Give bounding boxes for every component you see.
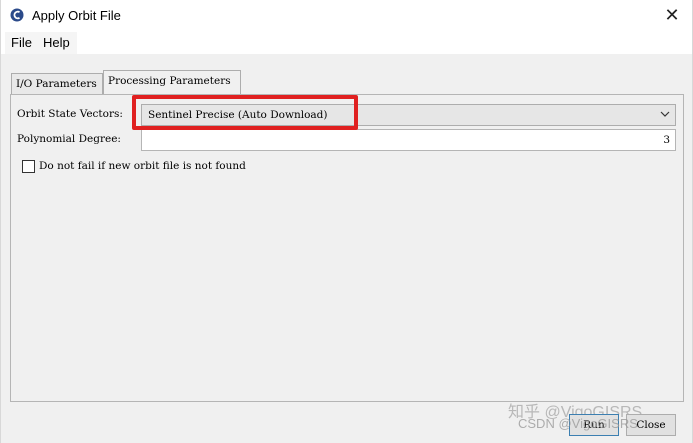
tab-io-parameters[interactable]: I/O Parameters [11, 73, 103, 94]
apply-orbit-file-window: Apply Orbit File ✕ File Help I/O Paramet… [0, 0, 693, 443]
title-bar: Apply Orbit File ✕ [1, 0, 692, 32]
tab-strip: I/O Parameters Processing Parameters [9, 70, 689, 95]
window-title: Apply Orbit File [32, 8, 121, 23]
do-not-fail-label: Do not fail if new orbit file is not fou… [39, 160, 246, 172]
close-button[interactable]: Close [626, 414, 676, 436]
orbit-state-vectors-select[interactable]: Sentinel Precise (Auto Download) [141, 104, 676, 126]
close-icon[interactable]: ✕ [660, 3, 684, 27]
processing-parameters-panel: Orbit State Vectors: Sentinel Precise (A… [10, 94, 684, 402]
snap-logo-icon [10, 8, 24, 22]
menu-file[interactable]: File [11, 35, 32, 50]
menu-bar: File Help [1, 32, 692, 54]
polynomial-degree-input[interactable]: 3 [141, 129, 676, 151]
orbit-state-vectors-value: Sentinel Precise (Auto Download) [148, 109, 328, 121]
run-button[interactable]: Run [569, 414, 619, 436]
polynomial-degree-value: 3 [663, 134, 670, 146]
tab-processing-parameters[interactable]: Processing Parameters [103, 70, 241, 95]
menu-help[interactable]: Help [43, 35, 70, 50]
do-not-fail-checkbox[interactable] [22, 160, 35, 173]
chevron-down-icon [660, 111, 670, 117]
orbit-state-vectors-label: Orbit State Vectors: [17, 108, 123, 120]
polynomial-degree-label: Polynomial Degree: [17, 133, 121, 145]
